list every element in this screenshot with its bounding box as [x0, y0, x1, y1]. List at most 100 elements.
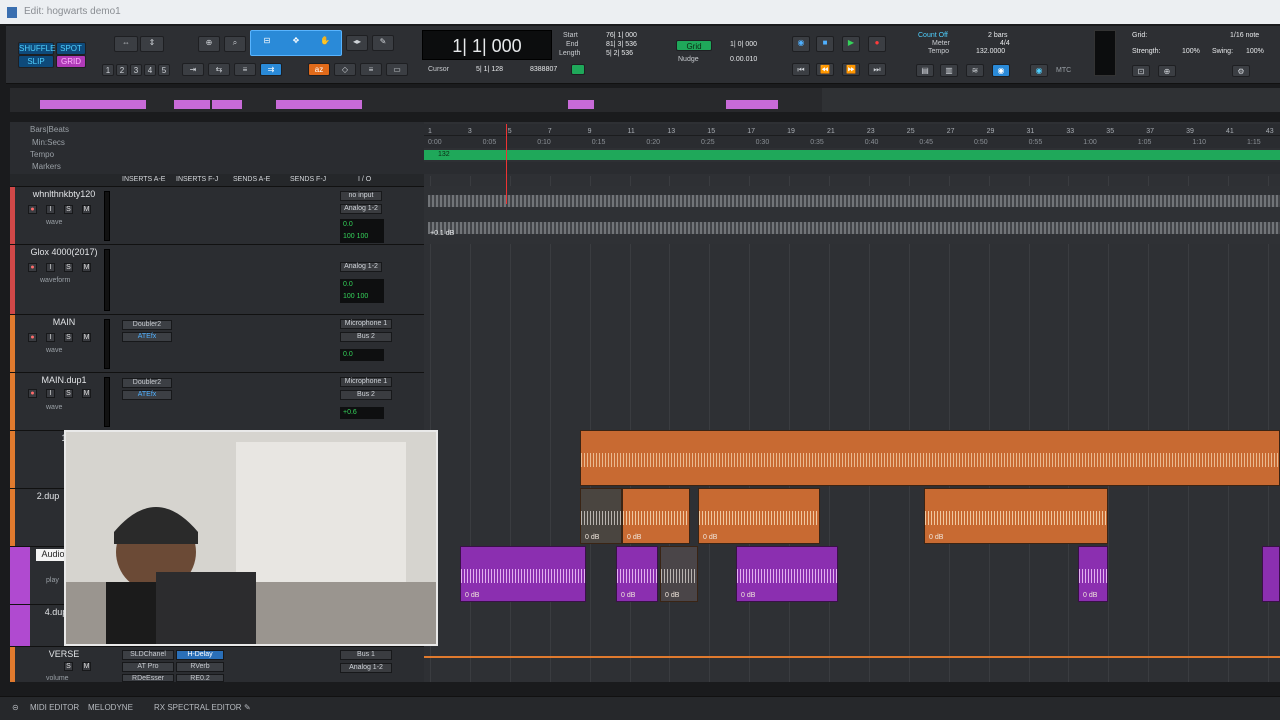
mute-button[interactable]: M	[82, 333, 91, 342]
play-icon[interactable]: ▶	[842, 36, 860, 52]
playhead-line[interactable]	[506, 124, 507, 204]
rewind-icon[interactable]: ⏪	[816, 63, 834, 76]
mute-button[interactable]: M	[82, 389, 91, 398]
track-main-dup1[interactable]: MAIN.dup1 ● I S M wave Doubler2 ATEfx Mi…	[10, 372, 424, 430]
tab-to-transient-icon[interactable]: ⇥	[182, 63, 204, 76]
grid-value[interactable]: 1| 0| 000	[730, 41, 757, 48]
zoom-preset-2[interactable]: 2	[116, 64, 128, 76]
audio-clip-purple[interactable]: 0 dB	[736, 546, 838, 602]
zoom-vertical-icon[interactable]: ⇕	[140, 36, 164, 52]
tempo-ruler-bar[interactable]	[424, 150, 1280, 160]
volume-readout[interactable]: 0.0	[340, 279, 384, 291]
stop-icon[interactable]: ■	[816, 36, 834, 52]
loop-record-icon[interactable]: ≡	[360, 63, 382, 76]
metronome-icon[interactable]: ▤	[916, 64, 934, 77]
grid-value-button[interactable]: Grid	[676, 40, 712, 51]
track-name[interactable]: whnlthnkbty120	[18, 189, 110, 201]
insert-slot-a[interactable]: Doubler2	[122, 320, 172, 330]
solo-button[interactable]: S	[64, 263, 73, 272]
pan-readout[interactable]: 100 100	[340, 231, 384, 243]
mtc-label[interactable]: MTC	[1056, 67, 1071, 74]
record-arm-icon[interactable]: ●	[28, 333, 37, 342]
insert-slot-f[interactable]: H-Delay	[176, 650, 224, 660]
grid-mode-button[interactable]: GRID	[56, 55, 86, 68]
main-counter[interactable]: 1| 1| 000	[422, 30, 552, 60]
insert-slot-b[interactable]: ATEfx	[122, 332, 172, 342]
input-monitor-icon[interactable]: I	[46, 205, 55, 214]
mute-button[interactable]: M	[82, 662, 91, 671]
insert-slot-a[interactable]: SLDChanel	[122, 650, 174, 660]
pencil-tool-icon[interactable]: ✎	[372, 35, 394, 51]
audio-clip[interactable]: 0 dB	[660, 546, 698, 602]
zoom-preset-4[interactable]: 4	[144, 64, 156, 76]
comment-icon[interactable]: ▭	[386, 63, 408, 76]
tab-midi-editor[interactable]: MIDI EDITOR	[30, 703, 79, 712]
markers-ruler[interactable]	[424, 162, 1280, 174]
track-view-selector[interactable]: wave	[46, 347, 62, 354]
zoom-preset-3[interactable]: 3	[130, 64, 142, 76]
mirror-midi-icon[interactable]: ⇉	[260, 63, 282, 76]
tempo-map-icon[interactable]: ◉	[992, 64, 1010, 77]
verse-volume-line[interactable]	[424, 656, 1280, 658]
strength-value[interactable]: 100%	[1182, 48, 1200, 55]
track-view-selector[interactable]: waveform	[40, 277, 70, 284]
audio-clip-row-1[interactable]	[580, 430, 1280, 486]
ruler-markers[interactable]: Markers	[32, 162, 446, 174]
io-input-selector[interactable]: Microphone 1	[340, 377, 392, 387]
slip-mode-button[interactable]: SLIP	[18, 55, 54, 68]
track-verse[interactable]: VERSE S M volume SLDChanel H-Delay AT Pr…	[10, 646, 424, 682]
io-output-selector[interactable]: Bus 2	[340, 332, 392, 342]
tab-melodyne[interactable]: MELODYNE	[88, 703, 133, 712]
track-name[interactable]: Glox 4000(2017)	[18, 247, 110, 259]
audio-clip[interactable]: 0 dB	[924, 488, 1108, 544]
record-arm-icon[interactable]: ●	[28, 263, 37, 272]
solo-button[interactable]: S	[64, 333, 73, 342]
grabber-tool-icon[interactable]: ✋	[314, 35, 336, 51]
insert-slot-h[interactable]: RE0.2	[176, 674, 224, 682]
audio-clip[interactable]: 0 dB	[622, 488, 690, 544]
track-whnlthnkbty120[interactable]: whnlthnkbty120 ● I S M wave no input Ana…	[10, 186, 424, 244]
zoom-icon[interactable]: ⊕	[1158, 65, 1176, 77]
track-view-selector[interactable]: wave	[46, 219, 62, 226]
scrubber-tool-icon[interactable]: ◂▸	[346, 35, 368, 51]
shuffle-mode-button[interactable]: SHUFFLE	[18, 42, 55, 55]
start-value[interactable]: 76| 1| 000	[606, 32, 637, 39]
return-to-zero-icon[interactable]: ⏮	[792, 63, 810, 76]
track-glox-4000[interactable]: Glox 4000(2017) ● I S M waveform Analog …	[10, 244, 424, 314]
pan-readout[interactable]: 100 100	[340, 291, 384, 303]
audio-clip-purple[interactable]: 0 dB	[460, 546, 586, 602]
min-secs-ruler[interactable]	[424, 136, 1280, 148]
insert-slot-b[interactable]: ATEfx	[122, 390, 172, 400]
track-name[interactable]: VERSE	[18, 649, 110, 661]
selector-tool-icon[interactable]: ✥	[285, 35, 307, 51]
volume-readout[interactable]: 0.0	[340, 349, 384, 361]
audio-clip[interactable]: 0 dB	[698, 488, 820, 544]
conductor-icon[interactable]: ≋	[966, 64, 984, 77]
record-icon[interactable]: ●	[868, 36, 886, 52]
swing-value[interactable]: 100%	[1246, 48, 1264, 55]
count-off-label[interactable]: Count Off	[918, 32, 948, 39]
tempo-marker[interactable]: 132	[438, 151, 450, 158]
zoom-preset-1[interactable]: 1	[102, 64, 114, 76]
audio-clip-purple[interactable]: 0 dB	[1078, 546, 1108, 602]
audio-clip-purple[interactable]: 0 dB	[616, 546, 658, 602]
wait-for-note-icon[interactable]: ▥	[940, 64, 958, 77]
audio-clip[interactable]: 0 dB	[580, 488, 622, 544]
io-output-selector[interactable]: Analog 1-2	[340, 262, 382, 272]
track-name[interactable]: MAIN.dup1	[18, 375, 110, 387]
zoom-tool-icon[interactable]: ⊕	[198, 36, 220, 52]
insert-slot-c[interactable]: RDeEsser	[122, 674, 174, 682]
input-monitor-icon[interactable]: I	[46, 263, 55, 272]
mute-button[interactable]: M	[82, 263, 91, 272]
nudge-value[interactable]: 0.00.010	[730, 56, 757, 63]
insert-slot-b[interactable]: AT Pro	[122, 662, 174, 672]
insert-slot-a[interactable]: Doubler2	[122, 378, 172, 388]
zoom-horizontal-icon[interactable]: ⇔	[114, 36, 138, 52]
group-icon[interactable]: ◇	[334, 63, 356, 76]
length-value[interactable]: 5| 2| 536	[606, 50, 633, 57]
ruler-bars-beats[interactable]: Bars|Beats	[30, 125, 444, 137]
mute-button[interactable]: M	[82, 205, 91, 214]
grid-setting-value[interactable]: 1/16 note	[1230, 32, 1259, 39]
record-arm-icon[interactable]: ●	[28, 205, 37, 214]
record-arm-icon[interactable]: ●	[28, 389, 37, 398]
